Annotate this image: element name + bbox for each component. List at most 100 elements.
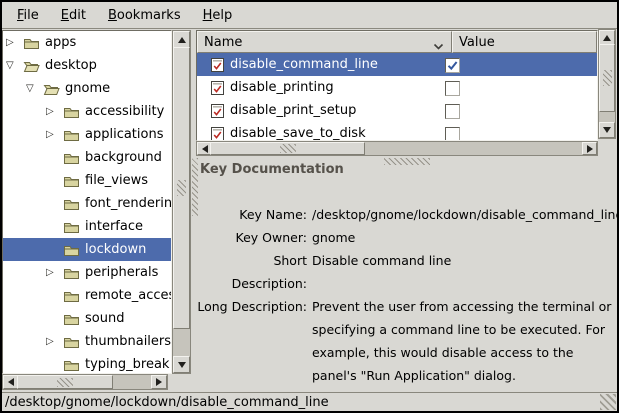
scroll-up-button[interactable]: [173, 31, 190, 48]
gconf-editor-window: FileEditBookmarksHelp ▷apps▽desktop▽gnom…: [0, 0, 619, 413]
doc-field-row: Short Description:Disable command line: [195, 249, 615, 295]
value-checkbox[interactable]: [445, 127, 460, 141]
arrow-up-icon: [178, 37, 186, 43]
tree-item-gnome[interactable]: ▽ gnome: [3, 77, 171, 100]
tree-item-label: peripherals: [85, 265, 158, 280]
tree-item-label: file_views: [85, 173, 148, 188]
tree-item-thumbnailers[interactable]: ▷ thumbnailers: [3, 330, 171, 353]
doc-field-value: /desktop/gnome/lockdown/disable_command_…: [312, 203, 619, 226]
scroll-right-button[interactable]: [582, 142, 597, 155]
splitter-grip-icon: [384, 158, 430, 165]
tree-item-label: remote_access: [85, 288, 172, 303]
tree-item-label: font_rendering: [85, 196, 172, 211]
table-row-disable_printing[interactable]: disable_printing: [197, 76, 597, 99]
scrollbar-thumb[interactable]: [599, 44, 615, 112]
scroll-down-button[interactable]: [173, 356, 190, 373]
folder-icon: [63, 197, 80, 211]
tree-item-interface[interactable]: interface: [3, 215, 171, 238]
doc-field-label: Long Description:: [195, 295, 307, 318]
doc-field-value: Prevent the user from accessing the term…: [312, 295, 611, 387]
tree-item-label: background: [85, 150, 162, 165]
tree-item-label: typing_break: [85, 357, 169, 372]
table-row-disable_command_line[interactable]: disable_command_line: [197, 53, 597, 76]
tree-item-label: apps: [45, 35, 76, 50]
scrollbar-thumb[interactable]: [17, 375, 113, 389]
resize-grip[interactable]: [600, 394, 616, 410]
boolean-key-icon: [211, 127, 224, 141]
tree-item-file_views[interactable]: file_views: [3, 169, 171, 192]
folder-tree[interactable]: ▷apps▽desktop▽gnome▷accessibility▷applic…: [2, 30, 172, 374]
arrow-left-icon: [202, 145, 208, 153]
tree-item-label: lockdown: [85, 242, 146, 257]
key-table[interactable]: Name Value disable_command_linedisable_p…: [196, 30, 598, 141]
column-header-value-label: Value: [459, 35, 495, 50]
menu-file[interactable]: File: [6, 4, 50, 27]
expander-collapsed-icon[interactable]: ▷: [46, 129, 63, 140]
statusbar: /desktop/gnome/lockdown/disable_command_…: [2, 392, 617, 411]
tree-item-label: thumbnailers: [85, 334, 171, 349]
thumb-grip: [57, 378, 73, 387]
tree-item-typing_break[interactable]: typing_break: [3, 353, 171, 374]
doc-field-row: Key Owner:gnome: [195, 226, 615, 249]
scroll-down-button[interactable]: [599, 122, 615, 138]
statusbar-path: /desktop/gnome/lockdown/disable_command_…: [5, 395, 329, 410]
folder-icon: [63, 289, 80, 303]
doc-field-row: Long Description:Prevent the user from a…: [195, 295, 615, 387]
scroll-right-button[interactable]: [151, 375, 167, 389]
key-name-label: disable_save_to_disk: [230, 126, 366, 141]
table-header-row: Name Value: [197, 31, 597, 53]
expander-collapsed-icon[interactable]: ▷: [46, 336, 63, 347]
tree-vertical-scrollbar[interactable]: [172, 30, 191, 374]
folder-icon: [63, 128, 80, 142]
table-row-disable_save_to_disk[interactable]: disable_save_to_disk: [197, 122, 597, 141]
folder-icon: [63, 105, 80, 119]
value-checkbox[interactable]: [445, 81, 460, 96]
doc-field-row: Key Name:/desktop/gnome/lockdown/disable…: [195, 203, 615, 226]
menu-edit[interactable]: Edit: [50, 4, 97, 27]
doc-field-label: Key Name:: [195, 203, 307, 226]
tree-item-label: gnome: [65, 81, 110, 96]
tree-item-label: sound: [85, 311, 124, 326]
tree-item-desktop[interactable]: ▽desktop: [3, 54, 171, 77]
table-row-disable_print_setup[interactable]: disable_print_setup: [197, 99, 597, 122]
tree-item-background[interactable]: background: [3, 146, 171, 169]
doc-field-label: Short Description:: [195, 249, 307, 295]
table-horizontal-scrollbar[interactable]: [196, 141, 598, 156]
folder-icon: [63, 220, 80, 234]
tree-item-accessibility[interactable]: ▷accessibility: [3, 100, 171, 123]
tree-item-peripherals[interactable]: ▷ peripherals: [3, 261, 171, 284]
column-header-name[interactable]: Name: [197, 31, 452, 53]
doc-field-value: Disable command line: [312, 249, 451, 272]
expander-expanded-icon[interactable]: ▽: [26, 83, 43, 94]
scrollbar-thumb[interactable]: [210, 142, 365, 155]
boolean-key-icon: [211, 104, 224, 118]
folder-icon: [63, 312, 80, 326]
scrollbar-thumb[interactable]: [173, 47, 190, 329]
tree-item-label: interface: [85, 219, 143, 234]
value-checkbox[interactable]: [445, 104, 460, 119]
tree-item-apps[interactable]: ▷ apps: [3, 31, 171, 54]
doc-field-value: gnome: [312, 226, 355, 249]
table-vertical-scrollbar[interactable]: [598, 29, 616, 139]
menu-help[interactable]: Help: [192, 4, 244, 27]
doc-field-label: Key Owner:: [195, 226, 307, 249]
folder-icon: [23, 36, 40, 50]
tree-item-font_rendering[interactable]: font_rendering: [3, 192, 171, 215]
menu-bookmarks[interactable]: Bookmarks: [97, 4, 192, 27]
folder-icon: [63, 358, 80, 372]
tree-item-remote_access[interactable]: remote_access: [3, 284, 171, 307]
expander-collapsed-icon[interactable]: ▷: [46, 106, 63, 117]
tree-item-applications[interactable]: ▷applications: [3, 123, 171, 146]
value-checkbox-checked[interactable]: [445, 58, 460, 73]
folder-icon: [63, 151, 80, 165]
thumb-grip: [177, 180, 186, 196]
expander-expanded-icon[interactable]: ▽: [6, 60, 23, 71]
expander-collapsed-icon[interactable]: ▷: [6, 37, 23, 48]
tree-horizontal-scrollbar[interactable]: [2, 374, 168, 390]
key-table-body: disable_command_linedisable_printingdisa…: [197, 53, 597, 141]
column-header-value[interactable]: Value: [452, 31, 597, 53]
expander-collapsed-icon[interactable]: ▷: [46, 267, 63, 278]
tree-item-lockdown[interactable]: lockdown: [3, 238, 171, 261]
arrow-left-icon: [8, 378, 14, 386]
tree-item-sound[interactable]: sound: [3, 307, 171, 330]
